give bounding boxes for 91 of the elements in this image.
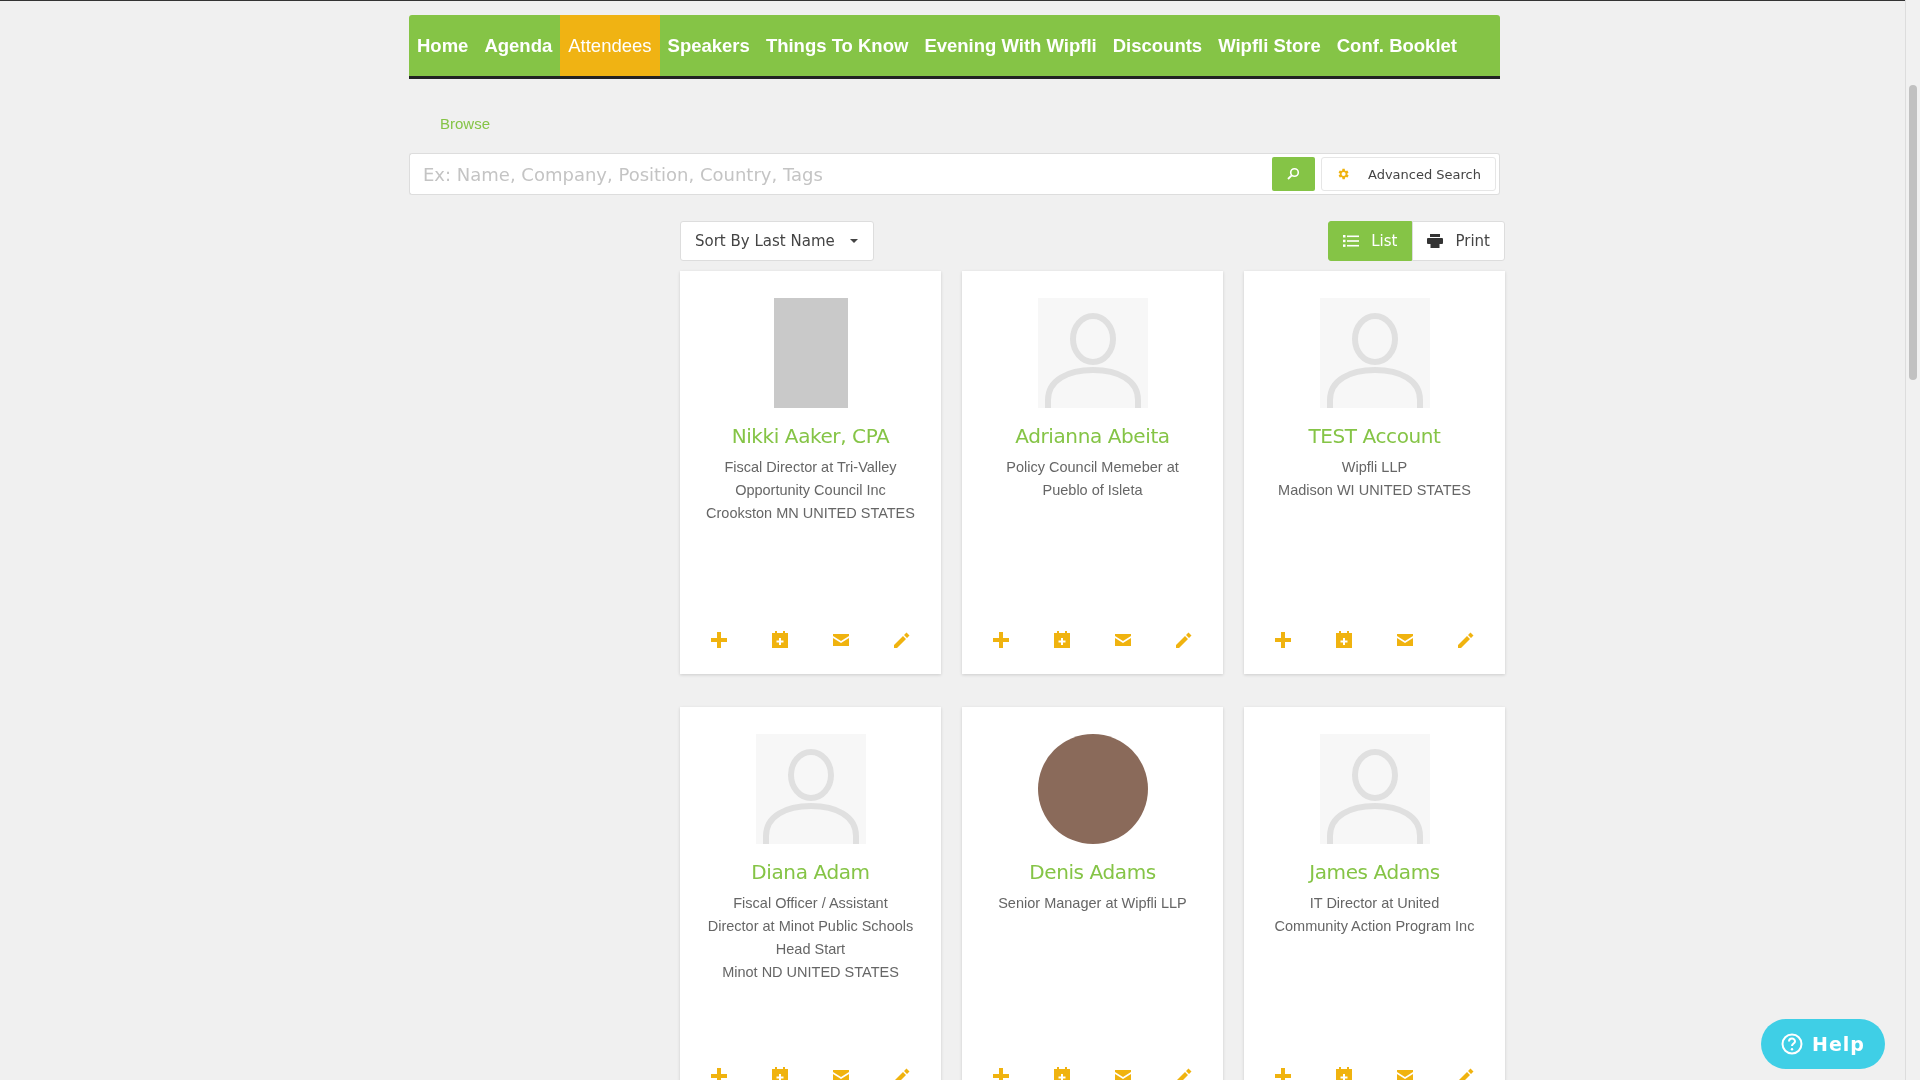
nav-tab[interactable]: Attendees (560, 15, 660, 76)
avatar-silhouette-icon (1319, 734, 1430, 844)
add-to-calendar-button[interactable] (1053, 1067, 1070, 1080)
pencil-icon (1458, 631, 1475, 648)
edit-button[interactable] (1458, 1067, 1475, 1080)
edit-button[interactable] (1458, 631, 1475, 648)
attendee-name[interactable]: TEST Account (1308, 424, 1441, 448)
printer-icon (1427, 234, 1444, 248)
attendee-detail: IT Director at United (1308, 894, 1441, 913)
add-button[interactable] (1274, 631, 1291, 648)
sort-dropdown[interactable]: Sort By Last Name (680, 221, 874, 261)
avatar-silhouette-icon (755, 734, 866, 844)
calendar-plus-icon (1053, 631, 1070, 648)
list-view-button[interactable]: List (1328, 221, 1413, 261)
calendar-plus-icon (1053, 1067, 1070, 1080)
plus-icon (1274, 1067, 1291, 1080)
plus-icon (710, 631, 727, 648)
envelope-icon (833, 1069, 850, 1080)
add-to-calendar-button[interactable] (1335, 1067, 1352, 1080)
calendar-plus-icon (771, 1067, 788, 1080)
attendee-detail: Wipfli LLP (1340, 458, 1409, 477)
pencil-icon (1176, 1067, 1193, 1080)
attendee-detail: Director at Minot Public Schools (707, 917, 914, 936)
add-button[interactable] (710, 631, 727, 648)
calendar-plus-icon (1335, 1067, 1352, 1080)
attendee-name[interactable]: Nikki Aaker, CPA (731, 424, 890, 448)
calendar-plus-icon (1335, 631, 1352, 648)
avatar-silhouette-icon (1037, 298, 1148, 408)
attendee-detail: Policy Council Memeber at (1006, 458, 1179, 477)
attendee-detail: Opportunity Council Inc (734, 481, 887, 500)
nav-tab[interactable]: Discounts (1104, 15, 1211, 76)
envelope-icon (1115, 1069, 1132, 1080)
edit-button[interactable] (1176, 631, 1193, 648)
add-button[interactable] (992, 1067, 1009, 1080)
avatar-silhouette-icon (1319, 298, 1430, 408)
add-to-calendar-button[interactable] (771, 1067, 788, 1080)
email-button[interactable] (833, 1069, 850, 1080)
attendee-detail: Pueblo of Isleta (1041, 481, 1144, 500)
question-mark-icon (1781, 1033, 1804, 1055)
edit-button[interactable] (1176, 1067, 1193, 1080)
add-to-calendar-button[interactable] (1053, 631, 1070, 648)
nav-tab[interactable]: Things To Know (757, 15, 917, 76)
plus-icon (710, 1067, 727, 1080)
nav-tab[interactable]: Home (409, 15, 477, 76)
envelope-icon (1115, 633, 1132, 646)
pencil-icon (894, 1067, 911, 1080)
attendee-name[interactable]: Adrianna Abeita (1015, 424, 1170, 448)
email-button[interactable] (1115, 633, 1132, 646)
pencil-icon (894, 631, 911, 648)
edit-button[interactable] (894, 1067, 911, 1080)
pencil-icon (1458, 1067, 1475, 1080)
add-button[interactable] (1274, 1067, 1291, 1080)
envelope-icon (833, 633, 850, 646)
attendee-name[interactable]: Denis Adams (1029, 860, 1156, 884)
caret-icon (848, 238, 859, 244)
print-button[interactable]: Print (1412, 221, 1505, 261)
attendee-name[interactable]: Diana Adam (751, 860, 870, 884)
email-button[interactable] (833, 633, 850, 646)
attendee-detail: Senior Manager at Wipfli LLP (998, 894, 1187, 913)
nav-tab[interactable]: Agenda (476, 15, 561, 76)
help-button[interactable]: Help (1761, 1019, 1885, 1069)
add-button[interactable] (992, 631, 1009, 648)
attendee-detail: Fiscal Director at Tri-Valley (723, 458, 898, 477)
attendee-detail: Madison WI UNITED STATES (1278, 481, 1471, 500)
nav-tab[interactable]: Speakers (659, 15, 758, 76)
add-to-calendar-button[interactable] (771, 631, 788, 648)
breadcrumb-link[interactable]: Browse (440, 115, 491, 132)
plus-icon (1274, 631, 1291, 648)
attendee-detail: Head Start (774, 940, 847, 959)
attendee-detail: Community Action Program Inc (1274, 917, 1475, 936)
edit-button[interactable] (894, 631, 911, 648)
email-button[interactable] (1397, 633, 1414, 646)
nav-tab[interactable]: Wipfli Store (1210, 15, 1329, 76)
plus-icon (992, 631, 1009, 648)
envelope-icon (1397, 633, 1414, 646)
add-to-calendar-button[interactable] (1335, 631, 1352, 648)
add-button[interactable] (710, 1067, 727, 1080)
list-icon (1343, 234, 1360, 248)
attendee-name[interactable]: James Adams (1309, 860, 1440, 884)
attendee-detail: Minot ND UNITED STATES (721, 963, 900, 982)
email-button[interactable] (1397, 1069, 1414, 1080)
email-button[interactable] (1115, 1069, 1132, 1080)
nav-tab[interactable]: Evening With Wipfli (916, 15, 1105, 76)
pencil-icon (1176, 631, 1193, 648)
envelope-icon (1397, 1069, 1414, 1080)
attendee-detail: Fiscal Officer / Assistant (732, 894, 889, 913)
scrollbar[interactable] (1905, 0, 1920, 1080)
plus-icon (992, 1067, 1009, 1080)
attendee-detail: Crookston MN UNITED STATES (706, 504, 915, 523)
calendar-plus-icon (771, 631, 788, 648)
nav-tab[interactable]: Conf. Booklet (1328, 15, 1465, 76)
